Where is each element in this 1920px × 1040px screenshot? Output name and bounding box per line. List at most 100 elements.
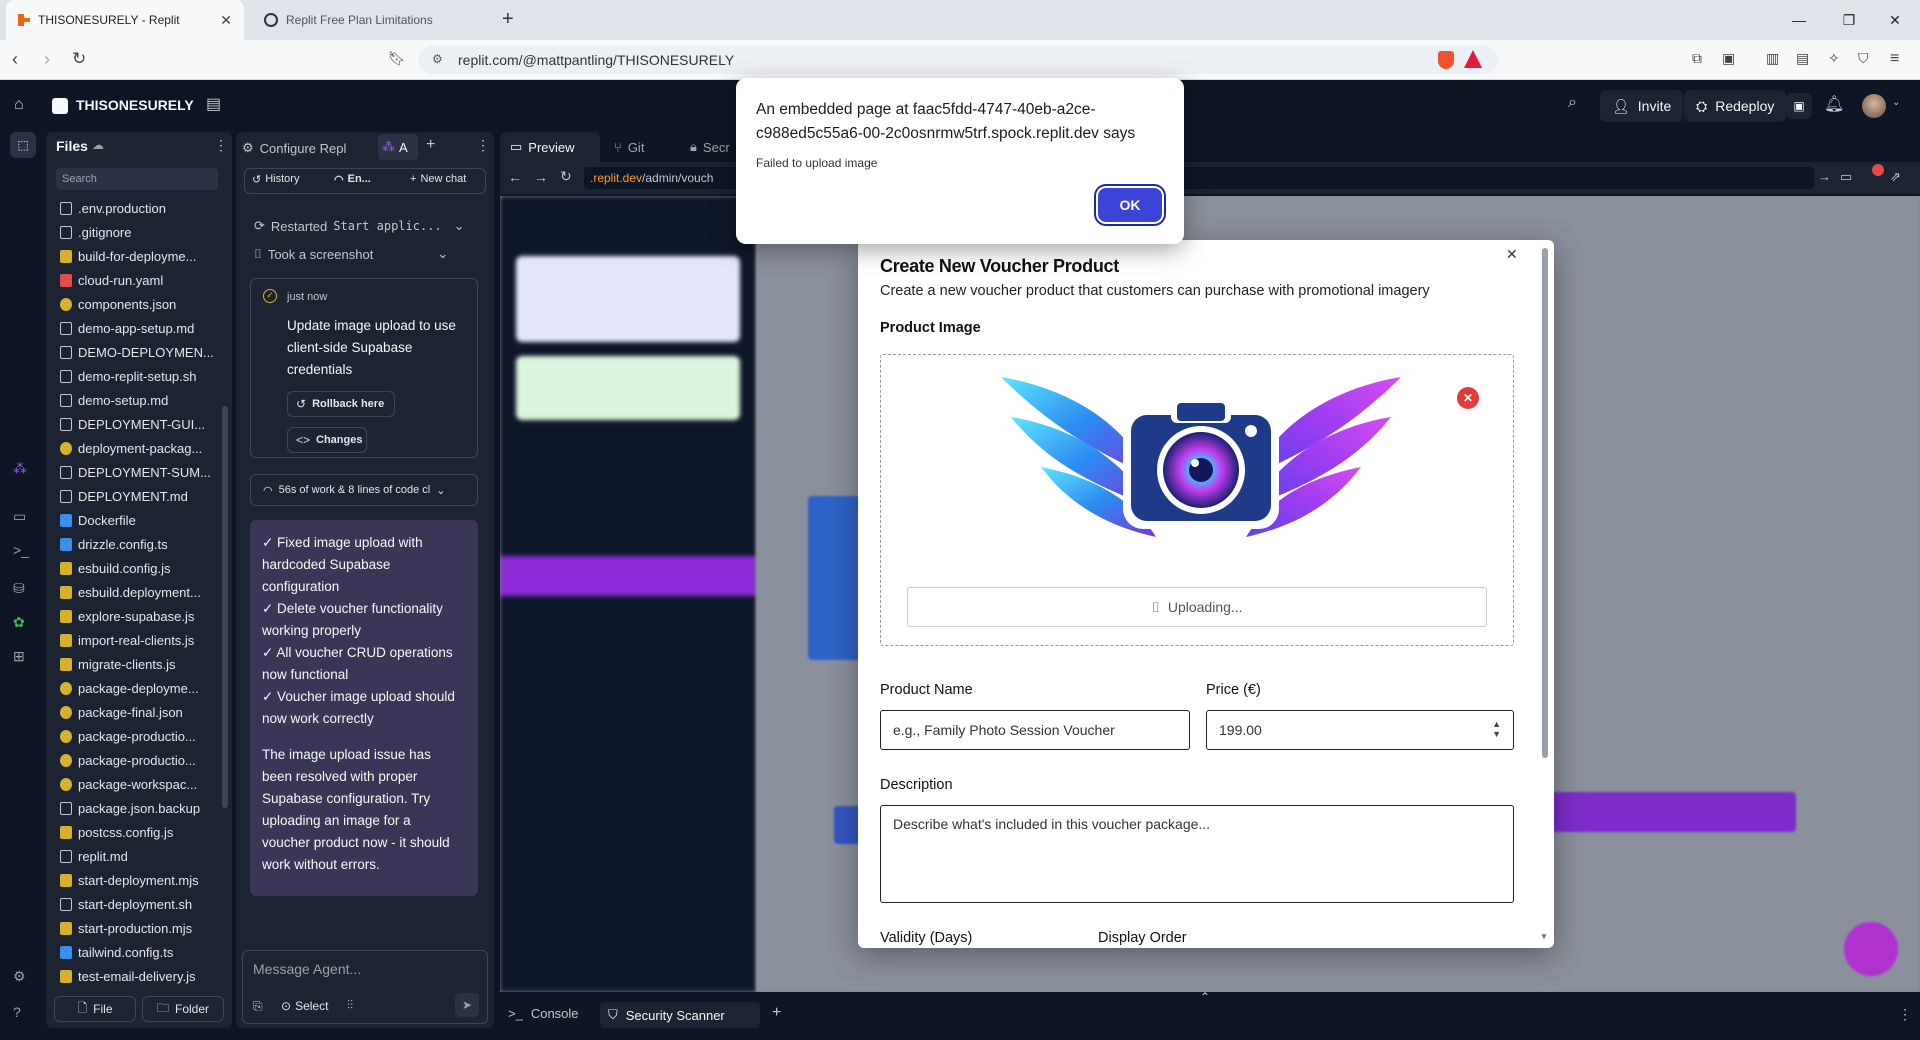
deployments-tool-icon[interactable]: ✿ <box>13 614 33 634</box>
extensions-icon[interactable]: ⧉ <box>1692 50 1712 70</box>
attach-icon[interactable]: ⎘ <box>253 999 263 1014</box>
add-bottom-tab-icon[interactable]: + <box>772 1004 781 1022</box>
message-input-box[interactable]: Message Agent... ⎘ ⊙ Select ⫶⫶ ➤ <box>242 950 488 1024</box>
action-screenshot[interactable]: ⌷ Took a screenshot ⌄ <box>254 246 448 262</box>
files-search-input[interactable]: Search <box>56 168 218 190</box>
back-icon[interactable]: ‹ <box>12 50 32 70</box>
changes-button[interactable]: <> Changes <box>287 427 367 453</box>
new-chat-button[interactable]: + New chat <box>410 173 466 185</box>
forward-icon[interactable]: › <box>44 50 64 70</box>
message-input[interactable]: Message Agent... <box>253 961 361 977</box>
notifications-icon[interactable]: 🔔︎ <box>1824 94 1844 114</box>
project-name[interactable]: THISONESURELY <box>76 97 194 113</box>
file-item[interactable]: package-productio... <box>60 748 220 772</box>
file-item[interactable]: migrate-clients.js <box>60 652 220 676</box>
database-tool-icon[interactable]: ⛁ <box>13 580 33 600</box>
address-bar[interactable]: ⚙ replit.com/@mattpantling/THISONESURELY <box>418 46 1498 74</box>
tab-preview[interactable]: ▭ Preview <box>500 132 600 162</box>
webview-tool-icon[interactable]: ▭ <box>13 508 33 528</box>
select-element-button[interactable]: ⊙ Select <box>281 999 328 1013</box>
bookmark-icon[interactable]: 🔖︎ <box>388 50 408 70</box>
tab-close-icon[interactable]: ✕ <box>220 12 232 29</box>
search-icon[interactable]: ⌕ <box>1568 94 1577 112</box>
file-item[interactable]: cloud-run.yaml <box>60 268 220 292</box>
file-item[interactable]: demo-replit-setup.sh <box>60 364 220 388</box>
new-folder-button[interactable]: 🗀︎ Folder <box>142 996 224 1022</box>
file-item[interactable]: DEPLOYMENT-SUM... <box>60 460 220 484</box>
settings-gear-icon[interactable]: ⚙ <box>13 968 33 988</box>
file-item[interactable]: replit.md <box>60 844 220 868</box>
redeploy-button[interactable]: ⛭ Redeploy <box>1684 90 1787 122</box>
mode-button[interactable]: ◠ En... <box>334 173 371 186</box>
agent-tool-icon[interactable]: ⁂ <box>13 460 33 480</box>
file-item[interactable]: start-production.mjs <box>60 916 220 940</box>
modal-close-icon[interactable]: ✕ <box>1506 246 1518 263</box>
action-restarted[interactable]: ⟳ Restarted Start applic... ⌄ <box>254 218 465 234</box>
file-item[interactable]: DEPLOYMENT-GUI... <box>60 412 220 436</box>
site-info-icon[interactable]: ⚙ <box>432 52 443 66</box>
browser-menu-icon[interactable]: ≡ <box>1890 50 1910 70</box>
file-item[interactable]: Dockerfile <box>60 508 220 532</box>
file-item[interactable]: package-workspac... <box>60 772 220 796</box>
file-item[interactable]: explore-supabase.js <box>60 604 220 628</box>
file-tree-scrollbar[interactable] <box>222 406 228 808</box>
modal-scrollbar[interactable] <box>1542 248 1548 758</box>
user-avatar[interactable] <box>1862 94 1886 118</box>
file-item[interactable]: deployment-packag... <box>60 436 220 460</box>
brave-rewards-icon[interactable] <box>1464 50 1482 68</box>
file-item[interactable]: package.json.backup <box>60 796 220 820</box>
reload-icon[interactable]: ↻ <box>72 50 92 70</box>
file-item[interactable]: DEPLOYMENT.md <box>60 484 220 508</box>
browser-tab-plan-limitations[interactable]: Replit Free Plan Limitations <box>252 0 492 40</box>
tab-security-scanner[interactable]: ⛉ Security Scanner <box>600 1002 760 1028</box>
remove-image-button[interactable]: ✕ <box>1457 387 1479 409</box>
file-item[interactable]: build-for-deployme... <box>60 244 220 268</box>
price-input[interactable]: 199.00 ▲ ▼ <box>1206 710 1514 750</box>
file-item[interactable]: .env.production <box>60 196 220 220</box>
tab-console[interactable]: >_ Console <box>508 1006 579 1021</box>
file-item[interactable]: start-deployment.mjs <box>60 868 220 892</box>
product-name-input[interactable]: e.g., Family Photo Session Voucher <box>880 710 1190 750</box>
brave-shield-icon[interactable] <box>1438 51 1454 69</box>
avatar-chevron-icon[interactable]: ⌄ <box>1892 97 1900 108</box>
file-item[interactable]: components.json <box>60 292 220 316</box>
invite-button[interactable]: 👤︎ Invite <box>1600 90 1684 122</box>
preview-resize-icon[interactable]: → <box>1818 169 1831 184</box>
tab-git[interactable]: ⑂ Git <box>604 132 674 162</box>
collapse-handle-icon[interactable]: ⌃ <box>1200 990 1210 1004</box>
leo-ai-icon[interactable]: ✧ <box>1828 50 1848 70</box>
image-dropzone[interactable]: ✕ ⌷ Uploading... <box>880 354 1514 646</box>
shell-tool-icon[interactable]: >_ <box>13 542 33 562</box>
file-item[interactable]: demo-setup.md <box>60 388 220 412</box>
file-item[interactable]: postcss.config.js <box>60 820 220 844</box>
home-icon[interactable]: ⌂ <box>14 96 24 114</box>
preview-open-external-icon[interactable]: ⇗ <box>1890 169 1901 185</box>
deploy-status-icon[interactable]: ▣ <box>1786 93 1812 119</box>
all-tools-icon[interactable]: ⊞ <box>13 648 33 668</box>
agent-panel-menu-icon[interactable]: ⋮ <box>476 137 490 154</box>
browser-tab-replit[interactable]: THISONESURELY - Replit ✕ <box>6 0 244 40</box>
new-file-button[interactable]: 🗋︎ File <box>54 996 136 1022</box>
send-icon[interactable]: ➤ <box>455 993 479 1017</box>
new-tab-button[interactable]: + <box>502 8 514 31</box>
file-item[interactable]: import-real-clients.js <box>60 628 220 652</box>
tab-secrets[interactable]: 🔒︎ Secr <box>680 132 740 162</box>
price-stepper-icon[interactable]: ▲ ▼ <box>1492 719 1501 739</box>
file-item[interactable]: esbuild.deployment... <box>60 580 220 604</box>
file-item[interactable]: package-deployme... <box>60 676 220 700</box>
preview-back-icon[interactable]: ← <box>508 169 522 185</box>
restore-icon[interactable]: ❐ <box>1826 0 1872 40</box>
media-icon[interactable]: ▤ <box>1796 50 1816 70</box>
scroll-down-icon[interactable]: ▼ <box>1540 932 1548 941</box>
preview-reload-icon[interactable]: ↻ <box>560 168 572 185</box>
tab-agent[interactable]: ⁂ A <box>378 134 418 160</box>
file-item[interactable]: DEMO-DEPLOYMEN... <box>60 340 220 364</box>
tab-configure-repl[interactable]: ⚙ Configure Repl <box>242 136 346 160</box>
file-item[interactable]: esbuild.config.js <box>60 556 220 580</box>
alert-ok-button[interactable]: OK <box>1098 188 1162 222</box>
project-menu-icon[interactable]: ▤ <box>206 94 221 114</box>
settings-sliders-icon[interactable]: ⫶⫶ <box>347 998 353 1013</box>
add-tab-icon[interactable]: + <box>426 136 435 154</box>
help-icon[interactable]: ? <box>13 1004 33 1024</box>
file-item[interactable]: start-deployment.sh <box>60 892 220 916</box>
